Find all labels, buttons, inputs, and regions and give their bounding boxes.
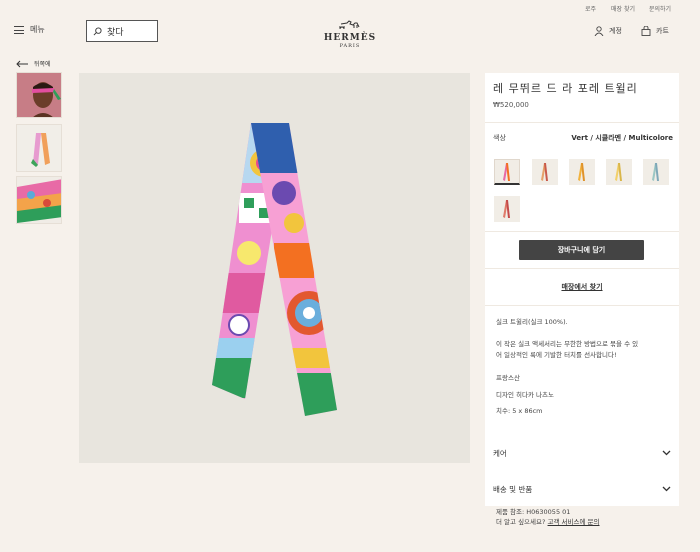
swatch-scarf-icon xyxy=(503,200,510,218)
contact-link[interactable]: 고객 서비스에 문의 xyxy=(548,518,600,526)
divider xyxy=(485,231,679,232)
swatch-5[interactable] xyxy=(643,159,669,185)
swatch-2[interactable] xyxy=(532,159,558,185)
swatch-scarf-icon xyxy=(578,163,585,181)
logo-wordmark: HERMÈS xyxy=(323,33,377,43)
account-button[interactable]: 계정 xyxy=(594,26,622,36)
util-link-1[interactable]: 로주 xyxy=(585,4,596,13)
thumbnail-flat[interactable] xyxy=(16,124,62,172)
divider xyxy=(485,122,679,123)
add-to-cart-button[interactable]: 장바구니에 담기 xyxy=(519,240,644,260)
logo-city: PARIS xyxy=(339,43,361,49)
util-link-contact[interactable]: 문의하기 xyxy=(649,4,671,13)
arrow-left-icon xyxy=(16,60,28,67)
color-label: 색상 xyxy=(493,134,506,142)
swatch-scarf-icon xyxy=(652,163,659,181)
cart-button[interactable]: 카트 xyxy=(641,26,669,36)
shipping-label: 배송 및 반품 xyxy=(493,484,533,494)
care-label: 케어 xyxy=(493,448,507,458)
desc-size: 치수: 5 x 86cm xyxy=(496,407,543,415)
divider xyxy=(485,305,679,306)
cart-label: 카트 xyxy=(656,27,669,35)
horse-carriage-icon xyxy=(339,20,360,32)
product-reference: 제품 참조: H0630055 01 xyxy=(496,508,571,516)
desc-line-1: 이 작은 실크 액세서리는 무한한 방법으로 묶을 수 있 xyxy=(496,340,639,348)
swatch-4[interactable] xyxy=(606,159,632,185)
swatch-1[interactable] xyxy=(494,159,520,185)
color-row: 색상 Vert / 시클라멘 / Multicolore xyxy=(493,133,673,143)
contact-question: 더 알고 싶으세요? xyxy=(496,518,546,526)
swatch-scarf-icon xyxy=(541,163,548,181)
desc-line-2: 어 일상적인 룩에 기발한 터치를 선사합니다! xyxy=(496,351,617,359)
thumbnail-model[interactable] xyxy=(16,72,62,118)
product-title: 레 무뛰르 드 라 포레 트윌리 xyxy=(493,82,638,95)
util-link-store[interactable]: 매장 찾기 xyxy=(611,4,635,13)
back-label: 뒤쪽에 xyxy=(34,61,51,68)
desc-origin: 프랑스산 xyxy=(496,374,520,382)
find-in-store-link[interactable]: 매장에서 찾기 xyxy=(485,282,679,292)
menu-button[interactable]: 메뉴 xyxy=(14,24,45,35)
care-accordion[interactable]: 케어 xyxy=(485,436,679,470)
hamburger-icon xyxy=(14,25,24,34)
user-icon xyxy=(594,26,604,36)
swatch-scarf-icon xyxy=(615,163,622,181)
swatch-6[interactable] xyxy=(494,196,520,222)
product-main-image[interactable] xyxy=(79,73,470,463)
product-price: ₩520,000 xyxy=(493,101,529,109)
desc-designer: 디자인 히다카 나츠노 xyxy=(496,391,554,399)
scarf-flat-image xyxy=(31,133,50,167)
search-label: 찾다 xyxy=(107,27,124,38)
swatch-3[interactable] xyxy=(569,159,595,185)
contact-line: 더 알고 싶으세요? 고객 서비스에 문의 xyxy=(496,516,600,526)
chevron-down-icon xyxy=(662,486,671,492)
menu-label: 메뉴 xyxy=(30,25,45,34)
search-button[interactable]: 찾다 xyxy=(86,20,158,42)
search-icon xyxy=(93,26,102,35)
brand-logo[interactable]: HERMÈS PARIS xyxy=(320,14,380,49)
shipping-accordion[interactable]: 배송 및 반품 xyxy=(485,472,679,506)
scarf-detail-image xyxy=(17,177,61,223)
divider xyxy=(485,268,679,269)
twilly-scarf-image xyxy=(212,123,337,416)
account-label: 계정 xyxy=(609,27,622,35)
chevron-down-icon xyxy=(662,450,671,456)
model-image xyxy=(17,73,61,117)
back-link[interactable]: 뒤쪽에 xyxy=(16,59,51,68)
bag-icon xyxy=(641,26,651,36)
thumbnail-detail[interactable] xyxy=(16,176,62,224)
swatch-scarf-icon xyxy=(503,162,510,181)
color-value: Vert / 시클라멘 / Multicolore xyxy=(571,134,673,142)
desc-material: 실크 트윌리(실크 100%). xyxy=(496,318,568,326)
